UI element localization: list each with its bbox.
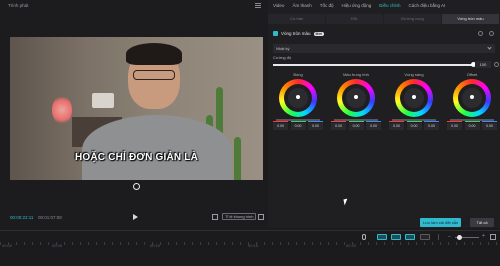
tab-animation[interactable]: Hiệu ứng động — [341, 3, 371, 8]
g-value[interactable]: 0.00 — [406, 121, 422, 130]
save-preset-button[interactable]: Lưu làm cài đặt sẵn — [420, 218, 462, 227]
ruler-label: 00:05 — [52, 243, 63, 248]
color-wheels-checkbox[interactable] — [273, 31, 278, 36]
wheel-label: Màu trung tính — [343, 72, 369, 77]
section-title: Vòng tròn màu — [281, 31, 311, 36]
chevron-down-icon — [487, 45, 492, 50]
adjust-sub-tabs: Cơ bản HSL Đường cong Vòng tròn màu — [268, 14, 500, 24]
rgb-values: 0.00 0.00 0.00 — [447, 121, 497, 130]
linkage-icon[interactable] — [405, 234, 415, 240]
time-current: 00:00:22:11 — [10, 215, 34, 220]
strength-slider[interactable] — [273, 62, 476, 67]
tab-speed[interactable]: Tốc độ — [320, 3, 334, 8]
video-person-shirt — [82, 115, 232, 180]
wheel-shadows: Bóng 0.00 0.00 0.00 — [273, 72, 323, 134]
wheel-highlights: Vùng sáng 0.00 0.00 0.00 — [389, 72, 439, 134]
keyframe-icon[interactable] — [489, 31, 494, 36]
b-value[interactable]: 0.00 — [366, 121, 381, 130]
fit-timeline-icon[interactable] — [490, 234, 496, 240]
strength-label: Cường độ — [273, 55, 292, 60]
aspect-ratio-button[interactable]: Tỉ lệ khung hình — [222, 213, 257, 220]
ruler-label: 00:15 — [248, 243, 259, 248]
wheel-handle[interactable] — [296, 95, 300, 99]
ruler-label: 00:10 — [150, 243, 161, 248]
r-value[interactable]: 0.00 — [389, 121, 404, 130]
g-value[interactable]: 0.00 — [348, 121, 364, 130]
rgb-values: 0.00 0.00 0.00 — [273, 121, 323, 130]
video-caption: HOẶC CHỈ ĐƠN GIẢN LÀ — [74, 152, 199, 163]
ruler-label: 00:20 — [346, 243, 357, 248]
strength-value[interactable]: 100 — [475, 61, 491, 68]
sub-tab-color-wheels[interactable]: Vòng tròn màu — [442, 14, 499, 24]
color-wheels-header: Vòng tròn màu Mới — [273, 31, 324, 36]
video-preview[interactable]: HOẶC CHỈ ĐƠN GIẢN LÀ — [10, 37, 263, 180]
r-value[interactable]: 0.00 — [331, 121, 346, 130]
apply-all-button[interactable]: Tất cả — [470, 218, 494, 227]
r-value[interactable]: 0.00 — [447, 121, 462, 130]
ruler-label: 00:00 — [2, 243, 13, 248]
section-actions — [478, 31, 494, 36]
b-value[interactable]: 0.00 — [308, 121, 323, 130]
menu-icon[interactable] — [255, 2, 261, 8]
wheel-label: Vùng sáng — [404, 72, 424, 77]
g-value[interactable]: 0.00 — [464, 121, 480, 130]
b-value[interactable]: 0.00 — [482, 121, 497, 130]
mode-value: Nhật ký — [276, 46, 290, 51]
zoom-knob[interactable] — [457, 235, 462, 240]
inspector-panel: Video Âm thanh Tốc độ Hiệu ứng động Điều… — [268, 0, 500, 228]
wheel-handle[interactable] — [470, 95, 474, 99]
new-badge: Mới — [313, 31, 324, 36]
preview-axis-icon[interactable] — [420, 234, 430, 240]
video-person-glasses — [133, 70, 175, 80]
wheel-label: Bóng — [293, 72, 303, 77]
timeline-ruler[interactable]: 00:00 00:05 00:10 00:15 00:20 — [0, 242, 500, 266]
timeline-toolbar: − + — [0, 230, 500, 242]
mode-select[interactable]: Nhật ký — [273, 44, 495, 53]
video-lamp — [52, 95, 72, 125]
inspector-tabs: Video Âm thanh Tốc độ Hiệu ứng động Điều… — [268, 0, 500, 10]
time-total: 00:01:07:08 — [38, 215, 62, 220]
sub-tab-curves[interactable]: Đường cong — [384, 14, 441, 24]
tab-adjust[interactable]: Điều chỉnh — [379, 3, 400, 8]
tab-video[interactable]: Video — [273, 3, 284, 8]
zoom-out-icon[interactable]: − — [448, 234, 451, 240]
sub-tab-basic[interactable]: Cơ bản — [268, 14, 325, 24]
toolbar-divider — [438, 234, 439, 240]
wheel-label: Offset — [466, 72, 478, 77]
main-track-magnet-icon[interactable] — [377, 234, 387, 240]
strength-reset-icon[interactable] — [494, 62, 499, 67]
player-title: Trình phát — [8, 2, 29, 8]
g-value[interactable]: 0.00 — [290, 121, 306, 130]
player-header: Trình phát — [0, 0, 267, 10]
player-panel: Trình phát HOẶC CHỈ ĐƠN GIẢN LÀ 00:00:22… — [0, 0, 267, 228]
tab-ai-style[interactable]: Cách điệu bằng AI — [409, 3, 446, 8]
strength-fill — [273, 64, 473, 66]
wheel-handle[interactable] — [354, 95, 358, 99]
player-controls: 00:00:22:11 00:01:07:08 Tỉ lệ khung hình — [0, 212, 267, 224]
microphone-icon[interactable] — [362, 234, 366, 240]
reset-icon[interactable] — [478, 31, 483, 36]
rgb-values: 0.00 0.00 0.00 — [389, 121, 439, 130]
auto-snap-icon[interactable] — [391, 234, 401, 240]
crop-icon[interactable] — [212, 214, 218, 220]
wheel-midtones: Màu trung tính 0.00 0.00 0.00 — [331, 72, 381, 134]
zoom-in-icon[interactable]: + — [482, 233, 485, 239]
rgb-values: 0.00 0.00 0.00 — [331, 121, 381, 130]
b-value[interactable]: 0.00 — [424, 121, 439, 130]
video-play-button-prop — [92, 93, 114, 108]
wheel-offset: Offset 0.00 0.00 0.00 — [447, 72, 497, 134]
fullscreen-icon[interactable] — [258, 214, 264, 220]
sub-tab-hsl[interactable]: HSL — [326, 14, 383, 24]
r-value[interactable]: 0.00 — [273, 121, 288, 130]
play-icon[interactable] — [133, 214, 138, 220]
wheel-handle[interactable] — [412, 95, 416, 99]
scrubber-handle[interactable] — [133, 183, 140, 190]
video-person-hair — [126, 43, 182, 65]
tab-audio[interactable]: Âm thanh — [292, 3, 311, 8]
